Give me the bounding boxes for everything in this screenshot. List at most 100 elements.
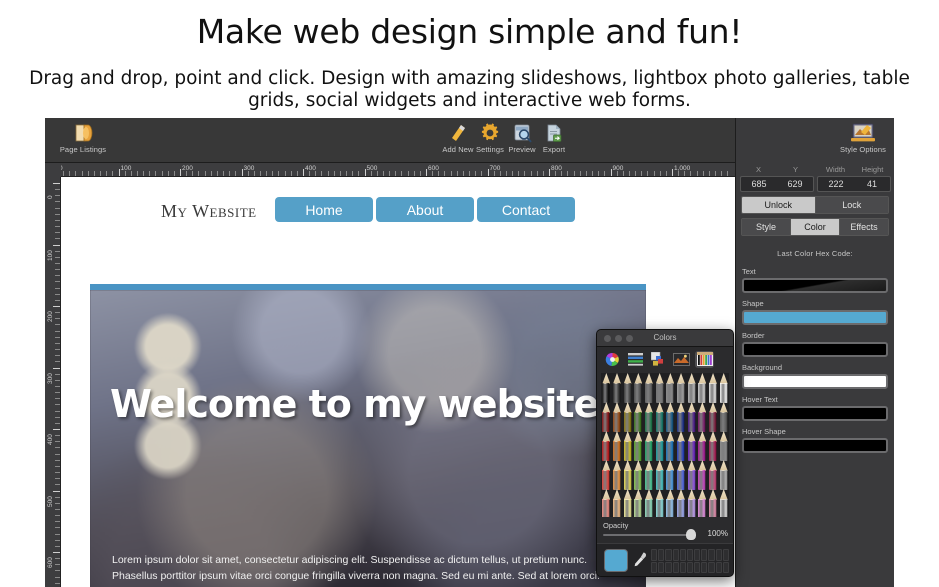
toolbar-button-style-options[interactable]: Style Options <box>838 121 888 154</box>
pencil-swatch[interactable] <box>676 402 687 432</box>
pencil-swatch[interactable] <box>644 489 655 517</box>
color-wheel-icon[interactable] <box>603 351 622 368</box>
pencil-swatch[interactable] <box>612 402 623 432</box>
pencil-swatch[interactable] <box>708 431 719 461</box>
pencil-swatch[interactable] <box>633 460 644 490</box>
color-sliders-icon[interactable] <box>626 351 645 368</box>
swatch-text[interactable] <box>742 278 888 293</box>
saved-swatch-cell[interactable] <box>651 549 658 561</box>
image-palette-icon[interactable] <box>672 351 691 368</box>
pencil-swatch[interactable] <box>686 402 697 432</box>
field-value-height[interactable]: 41 <box>854 176 891 192</box>
hero-heading[interactable]: Welcome to my website! <box>110 382 616 426</box>
swatch-border[interactable] <box>742 342 888 357</box>
pencil-swatch[interactable] <box>633 373 644 403</box>
pencil-swatch[interactable] <box>665 373 676 403</box>
nav-button-home[interactable]: Home <box>275 197 373 222</box>
pencil-swatch[interactable] <box>612 431 623 461</box>
swatch-shape[interactable] <box>742 310 888 325</box>
tab-effects[interactable]: Effects <box>840 219 888 235</box>
pencil-swatch[interactable] <box>665 431 676 461</box>
pencil-swatch[interactable] <box>644 431 655 461</box>
pencil-swatch[interactable] <box>601 402 612 432</box>
toolbar-button-page-listings[interactable]: Page Listings <box>51 121 115 154</box>
pencil-color-grid[interactable] <box>601 373 729 517</box>
pencil-swatch[interactable] <box>665 402 676 432</box>
pencil-swatch[interactable] <box>622 402 633 432</box>
vertical-ruler[interactable]: 0 100 200 300 400 500 600 <box>45 177 61 587</box>
pencil-swatch[interactable] <box>718 402 729 432</box>
hero-image-block[interactable]: Welcome to my website! Lorem ipsum dolor… <box>90 284 646 587</box>
pencil-swatch[interactable] <box>601 373 612 403</box>
toolbar-button-export[interactable]: Export <box>522 121 586 154</box>
opacity-control[interactable]: Opacity 100% <box>597 519 733 543</box>
pencil-swatch[interactable] <box>686 431 697 461</box>
website-title[interactable]: My Website <box>161 201 257 222</box>
swatch-hover-shape[interactable] <box>742 438 888 453</box>
nav-button-about[interactable]: About <box>376 197 474 222</box>
pencil-swatch[interactable] <box>708 460 719 490</box>
saved-swatch-cell[interactable] <box>722 561 729 573</box>
pencil-swatch[interactable] <box>654 431 665 461</box>
colors-window[interactable]: Colors Opacity 100% <box>596 329 734 577</box>
pencil-swatch[interactable] <box>686 373 697 403</box>
saved-swatch-cell[interactable] <box>694 549 701 561</box>
swatch-hover-text[interactable] <box>742 406 888 421</box>
pencil-swatch[interactable] <box>644 402 655 432</box>
field-y[interactable]: Y 629 <box>777 164 814 192</box>
field-width[interactable]: Width 222 <box>817 164 854 192</box>
saved-swatches-grid[interactable] <box>651 549 729 573</box>
saved-swatch-cell[interactable] <box>658 549 665 561</box>
tab-color[interactable]: Color <box>791 219 840 235</box>
field-x[interactable]: X 685 <box>740 164 777 192</box>
pencil-swatch[interactable] <box>612 489 623 517</box>
saved-swatch-cell[interactable] <box>672 561 679 573</box>
pencil-swatch[interactable] <box>676 431 687 461</box>
pencil-swatch[interactable] <box>644 373 655 403</box>
current-color-swatch[interactable] <box>604 549 628 572</box>
pencil-swatch[interactable] <box>601 460 612 490</box>
lock-button[interactable]: Lock <box>815 197 888 213</box>
field-value-x[interactable]: 685 <box>740 176 777 192</box>
saved-swatch-cell[interactable] <box>715 561 722 573</box>
saved-swatch-cell[interactable] <box>708 549 715 561</box>
pencil-swatch[interactable] <box>718 489 729 517</box>
saved-swatch-cell[interactable] <box>679 561 686 573</box>
pencil-swatch[interactable] <box>622 460 633 490</box>
field-value-y[interactable]: 629 <box>777 176 814 192</box>
saved-swatch-cell[interactable] <box>665 561 672 573</box>
pencil-swatch[interactable] <box>686 460 697 490</box>
saved-swatch-cell[interactable] <box>686 549 694 561</box>
pencil-swatch[interactable] <box>622 489 633 517</box>
nav-button-contact[interactable]: Contact <box>477 197 575 222</box>
pencil-swatch[interactable] <box>676 489 687 517</box>
saved-swatch-cell[interactable] <box>665 549 672 561</box>
pencil-swatch[interactable] <box>697 431 708 461</box>
pencil-swatch[interactable] <box>708 489 719 517</box>
saved-swatch-cell[interactable] <box>701 549 708 561</box>
saved-swatch-cell[interactable] <box>701 561 708 573</box>
pencil-swatch[interactable] <box>601 431 612 461</box>
pencil-swatch[interactable] <box>676 373 687 403</box>
colors-window-titlebar[interactable]: Colors <box>597 330 733 347</box>
pencil-swatch[interactable] <box>633 402 644 432</box>
saved-swatch-cell[interactable] <box>672 549 679 561</box>
saved-swatch-cell[interactable] <box>722 549 729 561</box>
pencils-icon[interactable] <box>695 350 714 368</box>
pencil-swatch[interactable] <box>612 460 623 490</box>
saved-swatch-cell[interactable] <box>715 549 722 561</box>
swatch-background[interactable] <box>742 374 888 389</box>
saved-swatch-cell[interactable] <box>679 549 686 561</box>
tab-style[interactable]: Style <box>742 219 791 235</box>
hero-paragraph[interactable]: Lorem ipsum dolor sit amet, consectetur … <box>112 552 602 584</box>
pencil-swatch[interactable] <box>612 373 623 403</box>
unlock-button[interactable]: Unlock <box>742 197 816 213</box>
pencil-swatch[interactable] <box>697 460 708 490</box>
pencil-swatch[interactable] <box>686 489 697 517</box>
pencil-swatch[interactable] <box>654 373 665 403</box>
opacity-slider-track[interactable] <box>603 534 695 536</box>
pencil-swatch[interactable] <box>633 489 644 517</box>
pencil-swatch[interactable] <box>676 460 687 490</box>
saved-swatch-cell[interactable] <box>708 561 715 573</box>
pencil-swatch[interactable] <box>665 460 676 490</box>
